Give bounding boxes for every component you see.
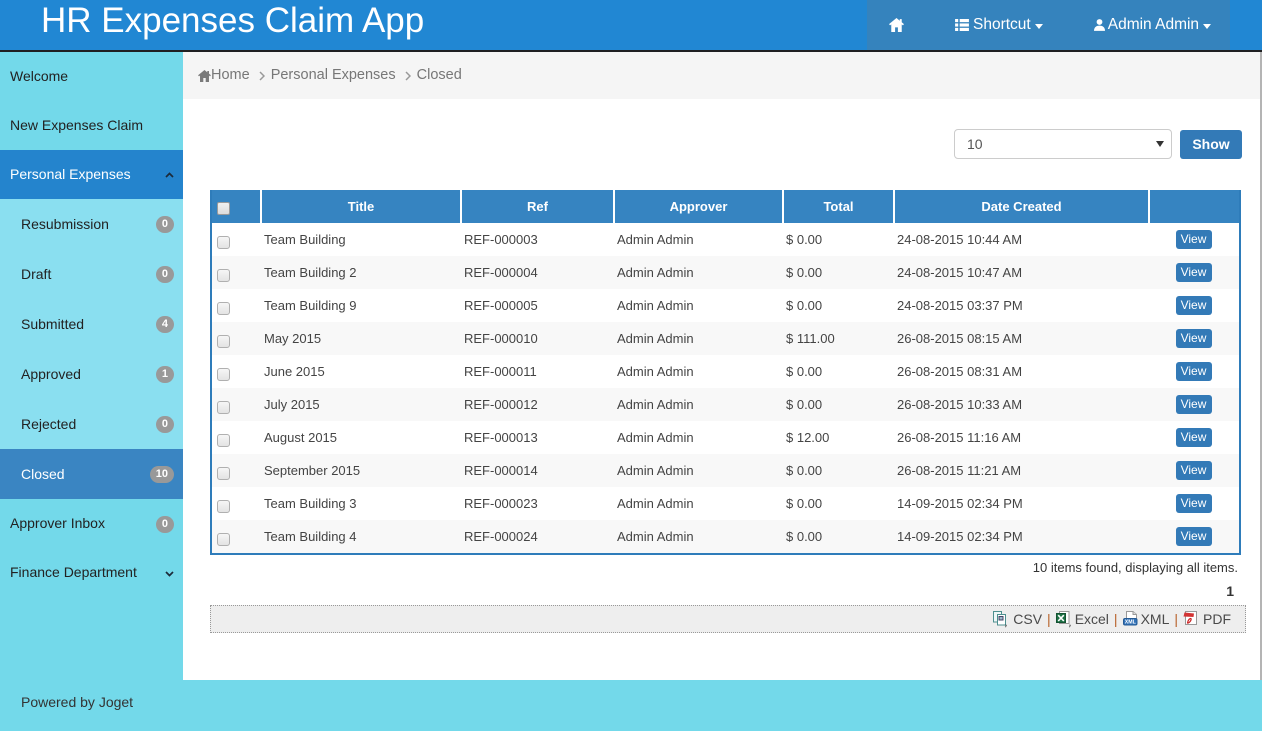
svg-text:XML: XML [1124, 619, 1136, 625]
